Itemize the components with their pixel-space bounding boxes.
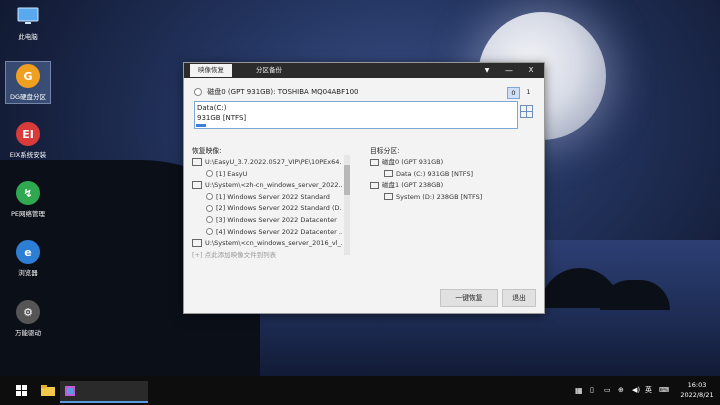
- eix-icon: EI: [16, 122, 40, 146]
- desktop-icon-browser[interactable]: e 浏览器: [6, 240, 50, 277]
- image-restore-dialog: 映像恢复 分区备份 ▼ — X 磁盘0 (GPT 931GB): TOSHIBA…: [183, 62, 545, 314]
- color-icon[interactable]: ▦: [575, 376, 583, 405]
- image-label: U:\System\<zh-cn_windows_server_2022...: [205, 181, 342, 190]
- start-button[interactable]: [12, 381, 32, 401]
- disk-icon: [370, 158, 379, 166]
- gear-icon: ⚙: [16, 300, 40, 324]
- image-file-row[interactable]: U:\System\<cn_windows_server_2016_vl_...: [192, 238, 342, 250]
- language-indicator[interactable]: 英: [645, 376, 652, 405]
- desktop-icon-label: 此电脑: [18, 33, 38, 41]
- desktop-icon-this-pc[interactable]: 此电脑: [6, 4, 50, 41]
- target-disk-row[interactable]: 磁盘1 (GPT 238GB): [370, 180, 530, 192]
- image-label: U:\System\<cn_windows_server_2016_vl_...: [205, 239, 342, 248]
- target-list[interactable]: 磁盘0 (GPT 931GB) Data (C:) 931GB [NTFS] 磁盘1…: [370, 157, 530, 203]
- image-radio[interactable]: [206, 170, 213, 178]
- desktop-icon-pe-network[interactable]: ↯ PE网络管理: [6, 181, 50, 218]
- desktop-icon-label: 浏览器: [18, 269, 38, 277]
- one-click-restore-button[interactable]: 一键恢复: [440, 289, 498, 307]
- image-list[interactable]: U:\EasyU_3.7.2022.0527_VIP\PE\10PEx64...…: [192, 157, 342, 261]
- network-globe-icon[interactable]: ⊕: [618, 376, 624, 405]
- target-partition-row[interactable]: Data (C:) 931GB [NTFS]: [370, 169, 530, 181]
- image-list-scrollbar[interactable]: [344, 155, 350, 255]
- partition-size: 931GB [NTFS]: [197, 114, 247, 122]
- network-icon: ↯: [16, 181, 40, 205]
- tab-image-restore[interactable]: 映像恢复: [190, 64, 232, 77]
- image-index-row[interactable]: [1] EasyU: [192, 169, 342, 181]
- desktop-icon-driver[interactable]: ⚙ 万能驱动: [6, 300, 50, 337]
- image-index-row[interactable]: [1] Windows Server 2022 Standard: [192, 192, 342, 204]
- image-label: [2] Windows Server 2022 Standard (D...: [216, 204, 342, 213]
- desktop-icon-eix-install[interactable]: EI EIX系统安装: [6, 122, 50, 159]
- target-label: System (D:) 238GB [NTFS]: [396, 192, 483, 201]
- image-index-row[interactable]: [2] Windows Server 2022 Standard (D...: [192, 203, 342, 215]
- app-icon: [65, 386, 75, 396]
- partition-usage-bar: [196, 124, 206, 127]
- target-partition-row[interactable]: System (D:) 238GB [NTFS]: [370, 192, 530, 204]
- desktop-icon-label: PE网络管理: [10, 210, 46, 218]
- target-label: 磁盘1 (GPT 238GB): [382, 181, 444, 190]
- taskbar: ▦ ▯ ▭ ⊕ ◀) 英 ⌨ 16:03 2022/8/21: [0, 376, 720, 405]
- exit-button[interactable]: 退出: [502, 289, 536, 307]
- clock-date: 2022/8/21: [680, 391, 714, 399]
- taskbar-clock[interactable]: 16:03 2022/8/21: [676, 380, 718, 400]
- add-image-hint[interactable]: [+] 点此添加映像文件到列表: [192, 250, 342, 262]
- partition-icon: [384, 170, 393, 178]
- disk-page-0[interactable]: 0: [507, 87, 520, 99]
- disk-icon: [370, 181, 379, 189]
- image-index-row[interactable]: [4] Windows Server 2022 Datacenter ...: [192, 227, 342, 239]
- image-radio[interactable]: [206, 204, 213, 212]
- image-file-row[interactable]: U:\EasyU_3.7.2022.0527_VIP\PE\10PEx64...: [192, 157, 342, 169]
- image-label: U:\EasyU_3.7.2022.0527_VIP\PE\10PEx64...: [205, 158, 342, 166]
- layout-grid-icon[interactable]: [520, 105, 533, 118]
- image-label: [3] Windows Server 2022 Datacenter: [216, 215, 337, 224]
- clock-time: 16:03: [687, 381, 707, 389]
- taskbar-app-imagerestore[interactable]: [60, 381, 148, 403]
- monitor-icon: [192, 158, 202, 166]
- image-file-row[interactable]: U:\System\<zh-cn_windows_server_2022...: [192, 180, 342, 192]
- partition-name: Data(C:): [197, 104, 227, 112]
- source-disk-label: 磁盘0 (GPT 931GB): TOSHIBA MQ04ABF100: [207, 88, 359, 96]
- computer-icon: [16, 4, 40, 28]
- desktop-icon-diskgenius[interactable]: G DG硬盘分区: [5, 61, 51, 104]
- desktop-icon-label: DG硬盘分区: [9, 93, 47, 101]
- source-disk-row[interactable]: 磁盘0 (GPT 931GB): TOSHIBA MQ04ABF100 0 1: [194, 87, 534, 99]
- desktop-icon-label: EIX系统安装: [9, 151, 47, 159]
- image-label: [1] Windows Server 2022 Standard: [216, 192, 330, 201]
- image-radio[interactable]: [206, 216, 213, 224]
- target-label: 磁盘0 (GPT 931GB): [382, 158, 444, 166]
- disk-page-1[interactable]: 1: [523, 87, 534, 97]
- diskgenius-icon: G: [16, 64, 40, 88]
- target-disk-row[interactable]: 磁盘0 (GPT 931GB): [370, 157, 530, 169]
- restore-image-title: 恢复映像:: [192, 147, 222, 155]
- display-icon[interactable]: ▭: [604, 376, 611, 405]
- partition-block[interactable]: Data(C:) 931GB [NTFS]: [194, 101, 518, 129]
- windows-icon: [16, 385, 27, 396]
- image-radio[interactable]: [206, 193, 213, 201]
- monitor-icon: [192, 181, 202, 190]
- monitor-icon: [192, 239, 202, 248]
- disk-radio[interactable]: [194, 88, 202, 96]
- image-label: [4] Windows Server 2022 Datacenter ...: [216, 227, 342, 236]
- target-label: Data (C:) 931GB [NTFS]: [396, 169, 474, 178]
- minimize-button[interactable]: —: [498, 63, 520, 78]
- dialog-titlebar: 映像恢复 分区备份 ▼ — X: [184, 63, 544, 78]
- usb-icon[interactable]: ▯: [590, 376, 594, 405]
- image-radio[interactable]: [206, 228, 213, 236]
- close-button[interactable]: X: [520, 63, 542, 78]
- image-index-row[interactable]: [3] Windows Server 2022 Datacenter: [192, 215, 342, 227]
- partition-icon: [384, 193, 393, 201]
- scrollbar-thumb[interactable]: [344, 165, 350, 195]
- image-label: [1] EasyU: [216, 169, 248, 178]
- keyboard-icon[interactable]: ⌨: [659, 376, 669, 405]
- folder-icon: [41, 385, 55, 396]
- file-explorer-button[interactable]: [38, 381, 58, 401]
- dropdown-icon[interactable]: ▼: [476, 63, 498, 78]
- target-partition-title: 目标分区:: [370, 147, 400, 155]
- tab-partition-backup[interactable]: 分区备份: [248, 64, 290, 77]
- volume-icon[interactable]: ◀): [632, 376, 640, 405]
- browser-icon: e: [16, 240, 40, 264]
- desktop-icon-label: 万能驱动: [15, 329, 41, 337]
